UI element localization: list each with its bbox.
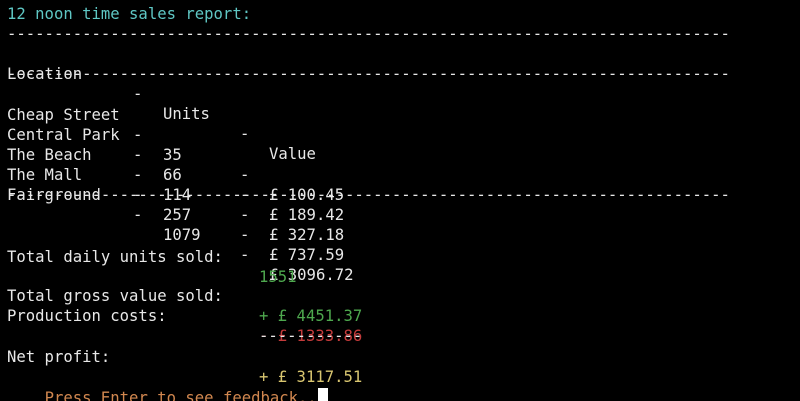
divider-top: ----------------------------------------… — [7, 25, 730, 43]
net-profit-row: Net profit: + £ 3117.51 — [7, 327, 787, 386]
table-row: Central Park - 66 - £ 189.42 — [7, 105, 787, 224]
total-units-label: Total daily units sold: — [7, 248, 223, 266]
row-separator: - — [240, 246, 250, 264]
subtotal-rule-row: ----------- — [7, 306, 787, 345]
table-row: Cheap Street - 35 - £ 100.45 — [7, 85, 787, 204]
net-profit-label: Net profit: — [7, 348, 111, 366]
total-units-row: Total daily units sold: 1551 — [7, 227, 787, 286]
table-row: The Beach - 114 - £ 327.18 — [7, 125, 787, 244]
row-separator: - — [133, 206, 143, 224]
row-value: £ 189.42 — [269, 206, 345, 224]
row-value: £ 737.59 — [269, 246, 345, 264]
divider-bottom: ----------------------------------------… — [7, 186, 730, 204]
text-cursor[interactable] — [317, 388, 328, 401]
terminal-window[interactable]: 12 noon time sales report: -------------… — [0, 0, 800, 401]
report-title: 12 noon time sales report: — [7, 5, 252, 23]
production-costs-row: Production costs: - £ 1333.86 — [7, 286, 787, 345]
gross-value-row: Total gross value sold: + £ 4451.37 — [7, 266, 787, 325]
table-row: The Mall - 257 - £ 737.59 — [7, 145, 787, 264]
table-row: Fairground - 1079 - £ 3096.72 — [7, 165, 787, 284]
row-units: 257 — [163, 206, 192, 224]
table-header-row: Location - Units - Value — [7, 44, 787, 163]
row-separator: - — [240, 206, 250, 224]
divider-header: ----------------------------------------… — [7, 65, 730, 83]
enter-prompt: Press Enter to see feedback.. — [44, 389, 317, 401]
prompt-row[interactable]: Press Enter to see feedback.. — [7, 368, 328, 401]
